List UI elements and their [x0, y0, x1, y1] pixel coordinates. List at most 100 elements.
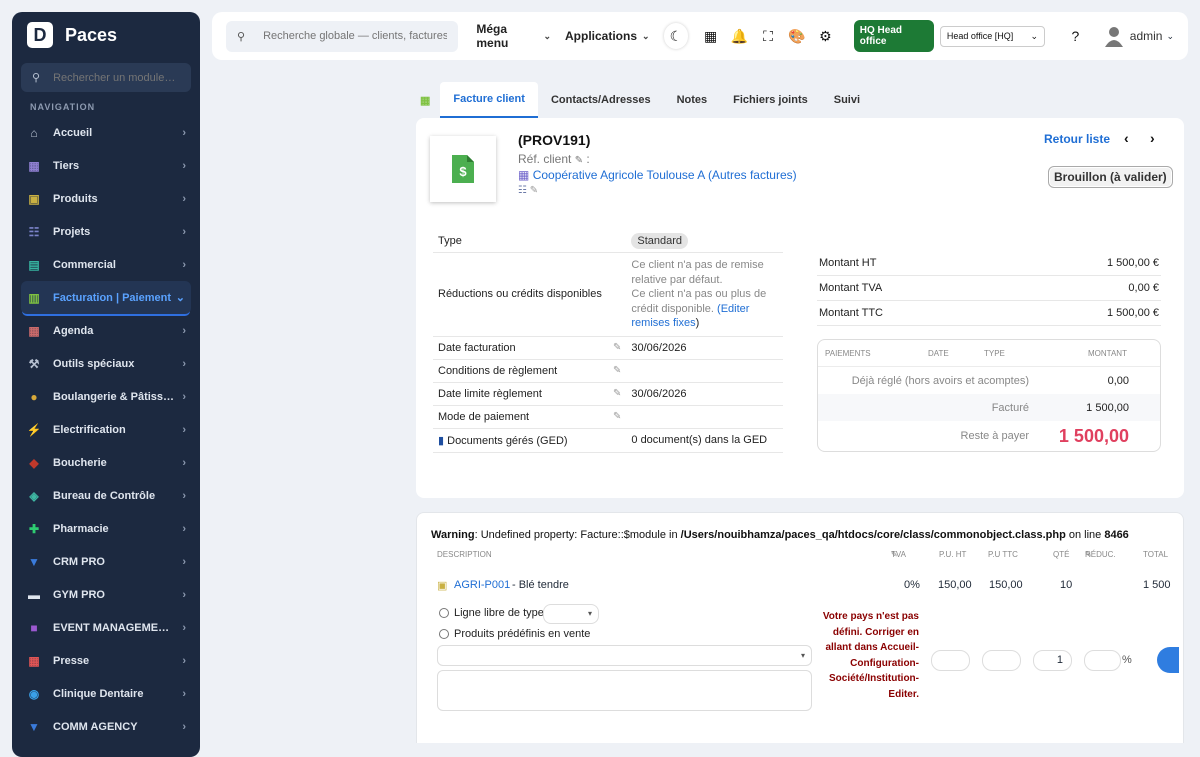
date-value: 30/06/2026 [626, 336, 783, 360]
thirdparty-name[interactable]: Coopérative Agricole Toulouse A [533, 168, 705, 182]
description-textarea[interactable] [437, 670, 812, 711]
sidebar-item-presse[interactable]: ▦ Presse › [12, 644, 200, 677]
sidebar-item-event-manageme[interactable]: ■ EVENT MANAGEME… › [12, 611, 200, 644]
other-invoices-link[interactable]: (Autres factures) [708, 168, 797, 182]
brand[interactable]: D Paces [12, 12, 200, 58]
payment-mode-label: Mode de paiement [433, 405, 608, 429]
pencil-icon[interactable]: ✎ [575, 155, 583, 166]
sidebar-item-commercial[interactable]: ▤ Commercial › [12, 248, 200, 281]
mega-menu[interactable]: Méga menu ⌄ [476, 22, 551, 50]
line-pu-ht: 150,00 [938, 579, 972, 591]
total-col: TOTAL [1143, 550, 1169, 559]
pu-ttc-col: P.U TTC [988, 550, 1018, 559]
tab-contacts[interactable]: Contacts/Adresses [538, 82, 664, 118]
invoice-doc-icon: $ [452, 155, 474, 183]
briefcase-icon: ▤ [28, 257, 40, 272]
invoice-lines-card: Warning: Undefined property: Facture::$m… [416, 512, 1184, 743]
prev-icon[interactable]: ‹ [1124, 130, 1129, 146]
sidebar-item-pharmacie[interactable]: ✚ Pharmacie › [12, 512, 200, 545]
module-search[interactable]: ⚲ [21, 63, 191, 92]
topbar: ⚲ Méga menu ⌄ Applications ⌄ ☾ ▦ 🔔 ⛶ 🎨 ⚙ H… [212, 12, 1188, 60]
sidebar-item-tiers[interactable]: ▦ Tiers › [12, 149, 200, 182]
radio-predefined[interactable] [439, 629, 449, 639]
product-select[interactable]: ▾ [437, 645, 812, 666]
line-type-select[interactable]: ▾ [543, 604, 599, 624]
gear-icon[interactable]: ⚙ [813, 23, 838, 49]
sidebar-item-bureau-de-contr-le[interactable]: ◈ Bureau de Contrôle › [12, 479, 200, 512]
chevron-right-icon: › [182, 555, 186, 568]
ged-link[interactable]: 0 document(s) dans la GED [626, 428, 783, 453]
chevron-right-icon: › [182, 225, 186, 238]
sidebar-item-clinique-dentaire[interactable]: ◉ Clinique Dentaire › [12, 677, 200, 710]
book-icon: ▮ [438, 434, 445, 447]
sidebar-item-gym-pro[interactable]: ▬ GYM PRO › [12, 578, 200, 611]
apps-grid-icon[interactable]: ▦ [698, 23, 723, 49]
pu-ttc-input[interactable] [982, 650, 1021, 671]
percent-sign: % [1122, 654, 1132, 666]
module-search-input[interactable] [53, 71, 184, 84]
sidebar-item-label: Boulangerie & Pâtiss… [53, 390, 175, 403]
applications-menu[interactable]: Applications ⌄ [565, 29, 650, 43]
box-icon: ▣ [28, 191, 40, 206]
sidebar-item-agenda[interactable]: ▦ Agenda › [12, 314, 200, 347]
global-search-input[interactable] [263, 30, 448, 42]
reduc-col: RÉDUC. ✎ [1085, 550, 1116, 559]
sidebar-item-comm-agency[interactable]: ▼ COMM AGENCY › [12, 710, 200, 743]
project-icon[interactable]: ☷ ✎ [518, 185, 538, 196]
help-icon[interactable]: ? [1063, 23, 1088, 49]
free-line-radio[interactable]: Ligne libre de type [439, 607, 544, 619]
fullscreen-icon[interactable]: ⛶ [756, 23, 781, 49]
ref-client-label: Réf. client [518, 152, 572, 166]
sidebar-item-boucherie[interactable]: ◆ Boucherie › [12, 446, 200, 479]
sidebar-item-projets[interactable]: ☷ Projets › [12, 215, 200, 248]
entity-select[interactable]: Head office [HQ] ⌄ [939, 25, 1046, 47]
discount-input[interactable] [1084, 650, 1121, 671]
dark-mode-icon[interactable]: ☾ [663, 23, 689, 49]
tab-notes[interactable]: Notes [664, 82, 721, 118]
bell-icon[interactable]: 🔔 [727, 23, 752, 49]
sidebar-item-boulangerie-p-tiss[interactable]: ● Boulangerie & Pâtiss… › [12, 380, 200, 413]
sidebar-item-electrification[interactable]: ⚡ Electrification › [12, 413, 200, 446]
global-search[interactable]: ⚲ [226, 20, 459, 52]
avatar[interactable] [1104, 25, 1124, 47]
warning-line: 8466 [1104, 529, 1129, 541]
chevron-right-icon: › [182, 687, 186, 700]
tab-facture-client[interactable]: Facture client [440, 82, 538, 118]
pencil-icon[interactable]: ✎ [608, 359, 627, 383]
nav-list: ⌂ Accueil › ▦ Tiers › ▣ Produits › ☷ Projets › ▤ Comm… [12, 116, 200, 743]
sidebar-item-crm-pro[interactable]: ▼ CRM PRO › [12, 545, 200, 578]
line-qty: 10 [1060, 579, 1073, 591]
sidebar-item-accueil[interactable]: ⌂ Accueil › [12, 116, 200, 149]
chevron-right-icon: › [182, 423, 186, 436]
sidebar-item-facturation-paiement[interactable]: ▥ Facturation | Paiement ⌄ [21, 281, 191, 314]
tab-suivi[interactable]: Suivi [821, 82, 873, 118]
country-error: Votre pays n'est pas défini. Corriger en… [822, 611, 919, 700]
pencil-icon[interactable]: ✎ [608, 382, 627, 406]
predefined-radio[interactable]: Produits prédéfinis en vente [439, 628, 590, 640]
table-row: ▣ AGRI-P001 - Blé tendre 0% 150,00 150,0… [431, 579, 1171, 597]
thirdparty-link[interactable]: ▦ Coopérative Agricole Toulouse A (Autre… [518, 168, 797, 182]
pencil-icon[interactable]: ✎ [608, 405, 627, 429]
field-row-reductions: Réductions ou crédits disponibles Ce clie… [433, 252, 783, 337]
amount-row: Montant HT 1 500,00 € [817, 251, 1161, 276]
pencil-icon[interactable]: ✎ [608, 336, 627, 360]
product-link[interactable]: AGRI-P001 [454, 579, 510, 591]
amount-label: Montant HT [817, 251, 1006, 276]
sidebar-item-produits[interactable]: ▣ Produits › [12, 182, 200, 215]
sidebar-item-outils-sp-ciaux[interactable]: ⚒ Outils spéciaux › [12, 347, 200, 380]
ged-label: Documents gérés (GED) [447, 434, 568, 447]
conditions-label: Conditions de règlement [433, 359, 608, 383]
username[interactable]: admin [1130, 29, 1163, 43]
pu-ht-input[interactable] [931, 650, 970, 671]
qty-input[interactable]: 1 [1033, 650, 1072, 671]
back-to-list-link[interactable]: Retour liste [1044, 132, 1110, 146]
chevron-right-icon: › [182, 390, 186, 403]
radio-free-line[interactable] [439, 608, 449, 618]
tab-fichiers[interactable]: Fichiers joints [720, 82, 821, 118]
next-icon[interactable]: › [1150, 130, 1155, 146]
add-line-button[interactable] [1157, 647, 1179, 673]
palette-icon[interactable]: 🎨 [784, 23, 809, 49]
field-row-type: Type Standard [433, 230, 783, 253]
pencil-icon[interactable]: ✎ [530, 185, 538, 196]
billed-row: Facturé 1 500,00 [818, 394, 1160, 421]
